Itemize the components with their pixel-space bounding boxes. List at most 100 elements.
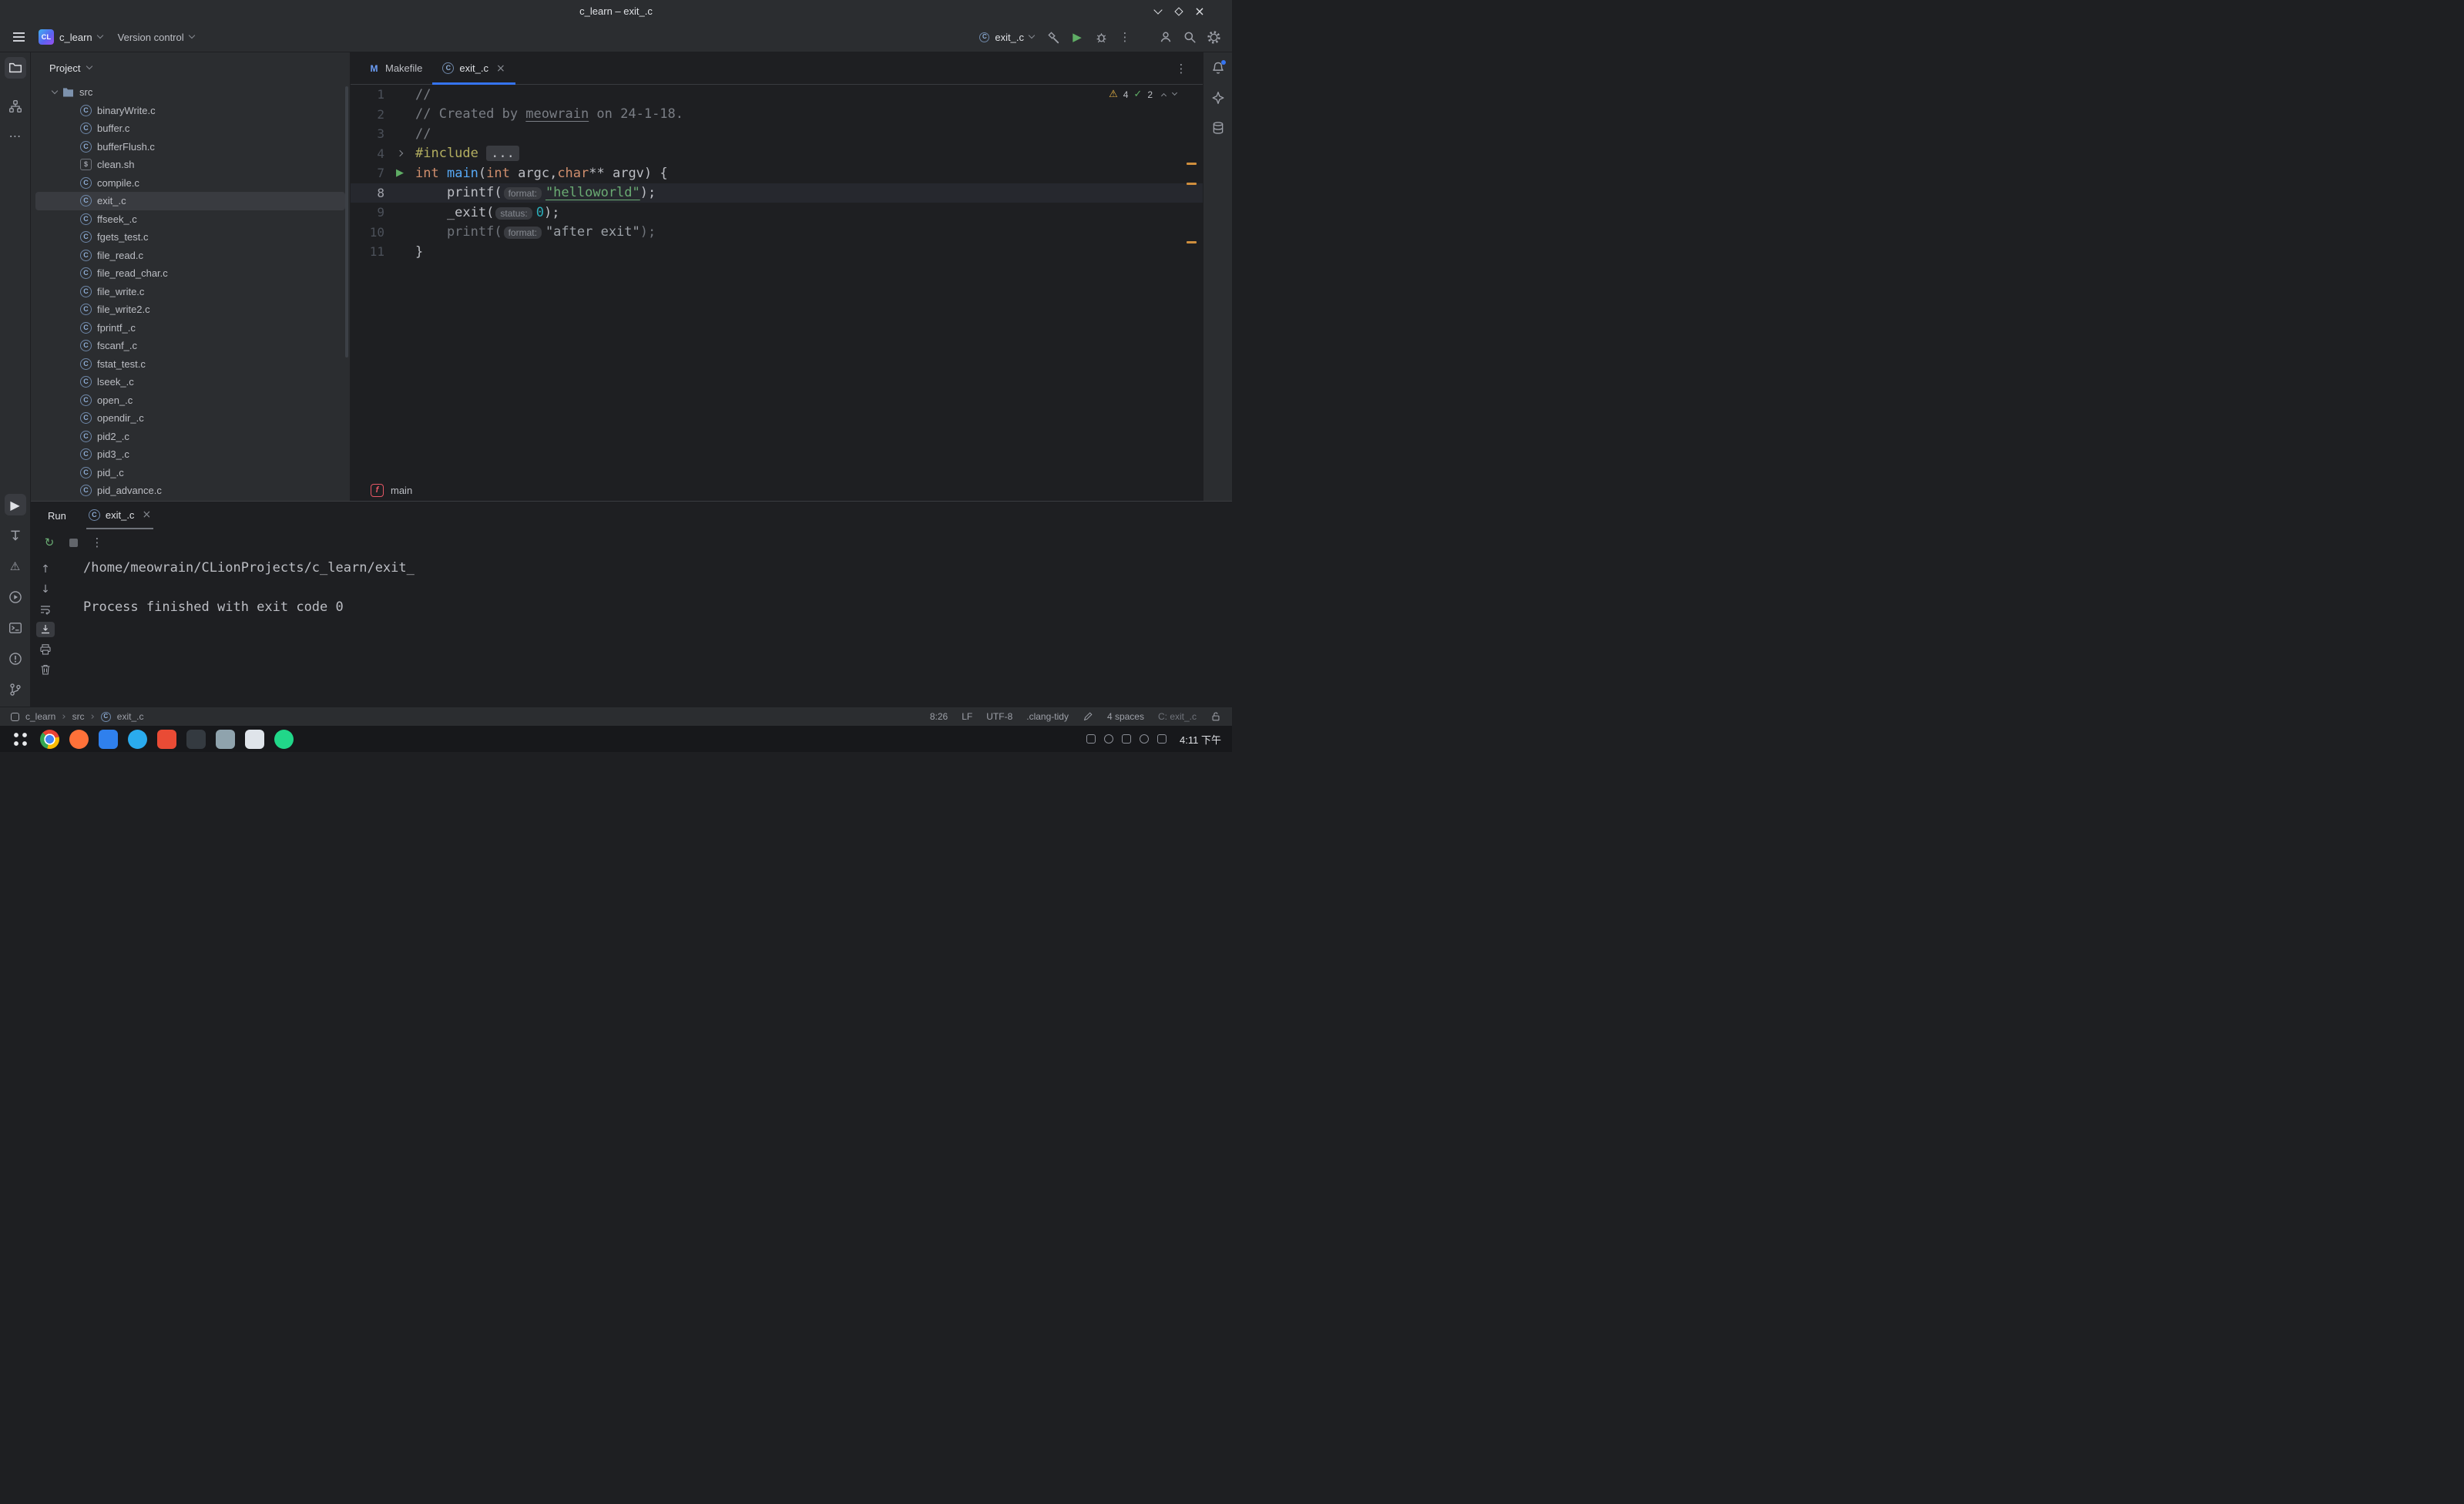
close-tab-icon[interactable]: × — [496, 62, 505, 75]
debug-button[interactable] — [1090, 26, 1112, 48]
project-file-bufferFlush.c[interactable]: CbufferFlush.c — [31, 138, 350, 156]
tab-exit-c[interactable]: C exit_.c × — [432, 52, 515, 84]
run-options-button[interactable]: ⋮ — [86, 532, 108, 553]
rerun-button[interactable]: ↻ — [39, 532, 60, 553]
notification-center-icon[interactable] — [1157, 734, 1167, 744]
more-actions-button[interactable]: ⋮ — [1114, 26, 1136, 48]
taskbar-app-clion[interactable] — [274, 730, 294, 749]
database-button[interactable] — [1207, 117, 1229, 139]
structure-tool-button[interactable] — [5, 96, 26, 117]
tab-makefile[interactable]: M Makefile — [358, 52, 432, 84]
taskbar-app-jetbrains[interactable] — [157, 730, 176, 749]
formatter-button[interactable] — [1083, 711, 1093, 722]
console-output[interactable]: /home/meowrain/CLionProjects/c_learn/exi… — [60, 556, 1232, 707]
inspections-tool-button[interactable] — [5, 648, 26, 670]
code-line-8[interactable]: 8 printf(format:"helloworld"); — [351, 183, 1203, 203]
prev-problem-icon[interactable] — [1161, 93, 1167, 99]
run-tool-button[interactable]: ▶ — [5, 494, 26, 515]
project-file-file_write.c[interactable]: Cfile_write.c — [31, 283, 350, 301]
search-everywhere-button[interactable] — [1179, 26, 1200, 48]
project-file-pid_advance.c[interactable]: Cpid_advance.c — [31, 482, 350, 500]
next-occurrence-button[interactable]: ↓ — [36, 582, 55, 597]
taskbar-app-files[interactable] — [216, 730, 235, 749]
battery-icon[interactable] — [1140, 734, 1149, 744]
scroll-to-end-button[interactable] — [36, 622, 55, 637]
settings-button[interactable] — [1203, 26, 1224, 48]
project-file-clean.sh[interactable]: $clean.sh — [31, 156, 350, 174]
taskbar-app-vscode[interactable] — [99, 730, 118, 749]
project-file-fprintf_.c[interactable]: Cfprintf_.c — [31, 319, 350, 337]
code-line-3[interactable]: 3// — [351, 124, 1203, 144]
profiler-tool-button[interactable] — [5, 525, 26, 546]
breadcrumb-project[interactable]: c_learn — [25, 711, 55, 722]
services-tool-button[interactable] — [5, 586, 26, 608]
inspections-widget[interactable]: ⚠ 4 ✓ 2 — [1109, 89, 1177, 100]
code-line-7[interactable]: 7▶int main(int argc,char** argv) { — [351, 163, 1203, 183]
code-editor[interactable]: ⚠ 4 ✓ 2 1//2// Created by meowrain on 24… — [351, 85, 1203, 479]
project-file-lseek_.c[interactable]: Clseek_.c — [31, 373, 350, 391]
project-panel-title[interactable]: Project — [49, 62, 80, 74]
clock[interactable]: 4:11 下午 — [1180, 732, 1221, 747]
problems-tool-button[interactable]: ⚠ — [5, 556, 26, 577]
project-file-opendir_.c[interactable]: Copendir_.c — [31, 409, 350, 428]
breadcrumb-folder[interactable]: src — [72, 711, 85, 722]
build-button[interactable] — [1042, 26, 1064, 48]
editor-options-button[interactable]: ⋮ — [1170, 58, 1192, 79]
run-button[interactable]: ▶ — [1066, 26, 1088, 48]
soft-wrap-button[interactable] — [36, 602, 55, 617]
close-button[interactable]: × — [1190, 2, 1209, 21]
project-scrollbar[interactable] — [345, 86, 348, 358]
code-line-11[interactable]: 11} — [351, 242, 1203, 262]
project-tool-button[interactable] — [5, 57, 26, 79]
project-file-file_read_char.c[interactable]: Cfile_read_char.c — [31, 264, 350, 283]
run-panel-title[interactable]: Run — [48, 510, 66, 522]
file-encoding[interactable]: UTF-8 — [986, 711, 1012, 722]
project-file-fscanf_.c[interactable]: Cfscanf_.c — [31, 337, 350, 355]
notifications-button[interactable] — [1207, 57, 1229, 79]
version-control-selector[interactable]: Version control — [112, 26, 200, 48]
resolve-context[interactable]: C: exit_.c — [1158, 711, 1197, 722]
run-config-selector[interactable]: C exit_.c — [973, 26, 1040, 48]
taskbar-app-terminal[interactable] — [186, 730, 206, 749]
taskbar-app-telegram[interactable] — [128, 730, 147, 749]
project-folder-src[interactable]: src — [31, 83, 350, 102]
terminal-tool-button[interactable] — [5, 617, 26, 639]
taskbar-app-firefox[interactable] — [69, 730, 89, 749]
print-button[interactable] — [36, 642, 55, 657]
project-file-pid_.c[interactable]: Cpid_.c — [31, 464, 350, 482]
indent-setting[interactable]: 4 spaces — [1107, 711, 1144, 722]
minimize-button[interactable] — [1149, 2, 1167, 21]
collapse-chevron-icon[interactable] — [52, 88, 58, 94]
fold-arrow-icon[interactable] — [397, 150, 403, 156]
readonly-toggle[interactable] — [1210, 711, 1221, 722]
line-separator[interactable]: LF — [962, 711, 972, 722]
code-with-me-button[interactable] — [1155, 26, 1177, 48]
network-icon[interactable] — [1086, 734, 1096, 744]
volume-icon[interactable] — [1104, 734, 1113, 744]
taskbar-app-launcher[interactable] — [11, 730, 30, 749]
project-file-fstat_test.c[interactable]: Cfstat_test.c — [31, 355, 350, 374]
project-file-file_read.c[interactable]: Cfile_read.c — [31, 247, 350, 265]
clang-tidy-widget[interactable]: .clang-tidy — [1026, 711, 1069, 722]
project-file-pid2_.c[interactable]: Cpid2_.c — [31, 428, 350, 446]
stop-button[interactable] — [62, 532, 84, 553]
git-tool-button[interactable] — [5, 679, 26, 700]
clear-output-button[interactable] — [36, 662, 55, 677]
project-file-compile.c[interactable]: Ccompile.c — [31, 174, 350, 193]
code-line-9[interactable]: 9 _exit(status:0); — [351, 203, 1203, 223]
input-method-icon[interactable] — [1122, 734, 1131, 744]
main-menu-button[interactable] — [8, 26, 29, 48]
code-line-10[interactable]: 10 printf(format:"after exit"); — [351, 223, 1203, 243]
taskbar-app-chrome[interactable] — [40, 730, 59, 749]
project-file-buffer.c[interactable]: Cbuffer.c — [31, 119, 350, 138]
prev-occurrence-button[interactable]: ↑ — [36, 562, 55, 577]
next-problem-icon[interactable] — [1172, 90, 1177, 96]
run-tab-exit-c[interactable]: C exit_.c × — [86, 502, 153, 529]
close-run-tab-icon[interactable]: × — [142, 509, 151, 521]
project-file-pid3_.c[interactable]: Cpid3_.c — [31, 445, 350, 464]
project-file-fgets_test.c[interactable]: Cfgets_test.c — [31, 228, 350, 247]
code-line-4[interactable]: 4#include ... — [351, 144, 1203, 164]
project-file-open_.c[interactable]: Copen_.c — [31, 391, 350, 410]
project-file-ffseek_.c[interactable]: Cffseek_.c — [31, 210, 350, 229]
code-line-2[interactable]: 2// Created by meowrain on 24-1-18. — [351, 105, 1203, 125]
